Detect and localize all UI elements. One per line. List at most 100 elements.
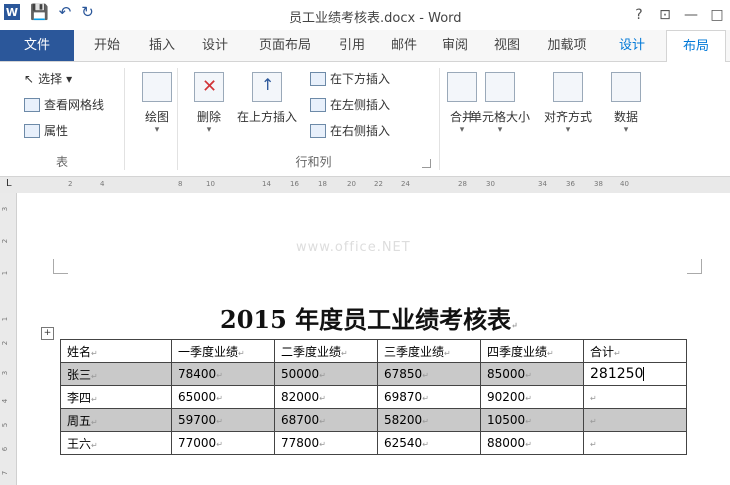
cell-size-button[interactable]: 单元格大小 ▾: [463, 72, 537, 135]
cell-end-mark: ↵: [91, 371, 98, 381]
tab-table-design[interactable]: 设计: [604, 30, 660, 61]
insert-below-button[interactable]: 在下方插入: [310, 70, 390, 87]
cell-end-mark: ↵: [547, 348, 554, 358]
undo-icon[interactable]: ↶: [59, 4, 72, 20]
tab-view[interactable]: 视图: [483, 30, 531, 61]
tab-insert[interactable]: 插入: [138, 30, 186, 61]
table-cell[interactable]: 82000↵: [274, 385, 378, 409]
cell-size-icon: [485, 72, 515, 102]
table-cell[interactable]: 281250: [583, 362, 687, 386]
cell-text: 68700: [281, 413, 320, 427]
table-move-handle[interactable]: +: [41, 327, 54, 340]
table-cell[interactable]: ↵: [583, 431, 687, 455]
tab-mailings[interactable]: 邮件: [380, 30, 428, 61]
insert-above-button[interactable]: ↑ 在上方插入: [232, 72, 302, 125]
table-cell[interactable]: 周五↵: [60, 408, 172, 432]
cell-end-mark: ↵: [422, 371, 429, 380]
tab-file[interactable]: 文件: [0, 30, 74, 61]
table-cell[interactable]: 王六↵: [60, 431, 172, 455]
save-icon[interactable]: 💾: [30, 4, 49, 20]
insert-right-button[interactable]: 在右侧插入: [310, 122, 390, 139]
ruler-tick: 36: [566, 180, 575, 188]
table-cell[interactable]: 68700↵: [274, 408, 378, 432]
document-page[interactable]: www.office.NET 2015 年度员工业绩考核表↵ + 姓名↵ 一季度…: [17, 193, 730, 485]
cell-text: 姓名: [67, 344, 92, 359]
table-header-cell[interactable]: 四季度业绩↵: [480, 339, 584, 363]
document-title[interactable]: 2015 年度员工业绩考核表↵: [220, 300, 518, 335]
tab-add-ins[interactable]: 加载项: [535, 30, 599, 61]
table-cell[interactable]: 10500↵: [480, 408, 584, 432]
table-cell[interactable]: 59700↵: [171, 408, 275, 432]
view-gridlines-label: 查看网格线: [44, 98, 105, 112]
table-header-cell[interactable]: 二季度业绩↵: [274, 339, 378, 363]
performance-table[interactable]: 姓名↵ 一季度业绩↵ 二季度业绩↵ 三季度业绩↵ 四季度业绩↵ 合计↵ 张三↵ …: [60, 339, 687, 455]
table-header-cell[interactable]: 三季度业绩↵: [377, 339, 481, 363]
table-cell[interactable]: 62540↵: [377, 431, 481, 455]
vertical-ruler[interactable]: 3 2 1 1 2 3 4 5 6 7: [0, 193, 17, 485]
tab-review[interactable]: 审阅: [431, 30, 479, 61]
view-gridlines-button[interactable]: 查看网格线: [24, 96, 104, 113]
properties-button[interactable]: 属性: [24, 122, 68, 139]
cell-end-mark: ↵: [319, 417, 326, 426]
cell-text: 张三: [67, 367, 92, 382]
table-header-cell[interactable]: 一季度业绩↵: [171, 339, 275, 363]
table-cell[interactable]: 77800↵: [274, 431, 378, 455]
ruler-tick: 7: [1, 470, 10, 476]
table-header-cell[interactable]: 姓名↵: [60, 339, 172, 363]
insert-left-button[interactable]: 在左侧插入: [310, 96, 390, 113]
tab-page-layout[interactable]: 页面布局: [244, 30, 326, 61]
cell-text: 77000: [178, 436, 217, 450]
cell-text: 58200: [384, 413, 423, 427]
cell-end-mark: ↵: [238, 348, 245, 358]
table-header-row: 姓名↵ 一季度业绩↵ 二季度业绩↵ 三季度业绩↵ 四季度业绩↵ 合计↵: [60, 339, 687, 363]
maximize-button[interactable]: □: [704, 0, 730, 30]
cell-text: 88000: [487, 436, 526, 450]
ruler-tick: 40: [620, 180, 629, 188]
cell-end-mark: ↵: [525, 394, 532, 403]
cell-text: 67850: [384, 367, 423, 381]
ruler-tick: 24: [401, 180, 410, 188]
horizontal-ruler[interactable]: L 2 4 8 10 14 16 18 20 22 24 28 30 34 36…: [0, 177, 730, 194]
table-cell[interactable]: 78400↵: [171, 362, 275, 386]
help-button[interactable]: ?: [626, 0, 652, 30]
draw-label: 绘图: [144, 110, 169, 124]
watermark: www.office.NET: [296, 240, 411, 255]
tab-design[interactable]: 设计: [188, 30, 242, 61]
table-cell[interactable]: 67850↵: [377, 362, 481, 386]
tab-home[interactable]: 开始: [79, 30, 135, 61]
minimize-button[interactable]: —: [678, 0, 704, 30]
cell-text: 三季度业绩: [384, 344, 445, 359]
redo-icon[interactable]: ↻: [81, 4, 94, 20]
table-cell[interactable]: ↵: [583, 408, 687, 432]
tab-references[interactable]: 引用: [328, 30, 376, 61]
table-cell[interactable]: 58200↵: [377, 408, 481, 432]
insert-below-icon: [310, 71, 326, 86]
table-cell[interactable]: 50000↵: [274, 362, 378, 386]
table-cell[interactable]: 张三↵: [60, 362, 172, 386]
alignment-button[interactable]: 对齐方式 ▾: [537, 72, 599, 135]
cell-text: 周五: [67, 413, 92, 428]
ruler-tick: 8: [178, 180, 183, 188]
select-button[interactable]: ↖ 选择 ▾: [24, 70, 72, 87]
table-cell[interactable]: ↵: [583, 385, 687, 409]
cell-end-mark: ↵: [422, 440, 429, 449]
ribbon-display-button[interactable]: ⊡: [652, 0, 678, 30]
tab-table-layout[interactable]: 布局: [666, 30, 726, 62]
table-cell[interactable]: 85000↵: [480, 362, 584, 386]
cell-text: 82000: [281, 390, 320, 404]
table-cell[interactable]: 77000↵: [171, 431, 275, 455]
tab-selector[interactable]: L: [6, 178, 12, 189]
ruler-tick: 28: [458, 180, 467, 188]
dialog-launcher-icon[interactable]: [422, 159, 431, 168]
quick-access-toolbar: W 💾 ↶ ↻: [4, 4, 94, 20]
data-button[interactable]: 数据 ▾: [597, 72, 655, 135]
table-cell[interactable]: 69870↵: [377, 385, 481, 409]
delete-button[interactable]: ✕ 删除 ▾: [180, 72, 238, 135]
table-cell[interactable]: 90200↵: [480, 385, 584, 409]
table-cell[interactable]: 李四↵: [60, 385, 172, 409]
word-app-icon[interactable]: W: [4, 4, 20, 20]
table-cell[interactable]: 65000↵: [171, 385, 275, 409]
table-cell[interactable]: 88000↵: [480, 431, 584, 455]
table-header-cell[interactable]: 合计↵: [583, 339, 687, 363]
insert-above-label: 在上方插入: [236, 110, 297, 124]
